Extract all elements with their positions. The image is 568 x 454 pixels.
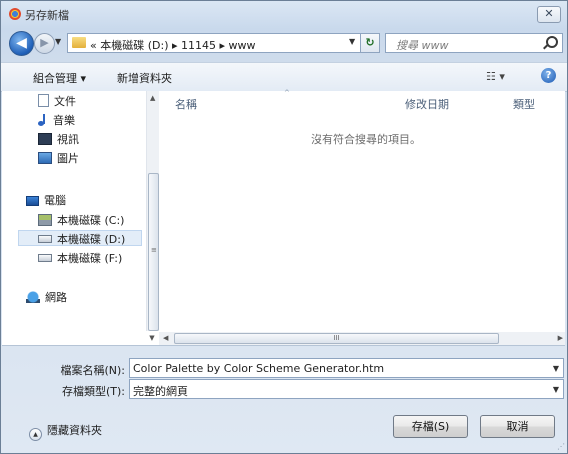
cancel-button[interactable]: 取消 bbox=[480, 415, 555, 438]
scroll-left-icon[interactable]: ◀ bbox=[163, 334, 168, 342]
hide-folders-label: 隱藏資料夾 bbox=[47, 424, 102, 437]
back-button[interactable]: ◀ bbox=[9, 31, 34, 56]
drive-icon bbox=[38, 254, 52, 262]
change-view-button[interactable]: ☷ ▾ bbox=[486, 70, 505, 83]
scroll-thumb[interactable]: ≡ bbox=[148, 173, 159, 331]
scroll-down-icon[interactable]: ▼ bbox=[146, 332, 158, 345]
filename-value[interactable]: Color Palette by Color Scheme Generator.… bbox=[133, 362, 384, 375]
search-icon[interactable] bbox=[546, 36, 558, 48]
search-input[interactable]: 搜尋 www bbox=[396, 37, 449, 53]
browser-area: 文件 音樂 視訊 圖片 電腦 本機磁碟 (C:) 本機磁碟 (D:) 本機磁碟 … bbox=[2, 89, 565, 346]
video-icon bbox=[38, 133, 52, 145]
folder-icon bbox=[72, 37, 86, 48]
filename-field[interactable]: Color Palette by Color Scheme Generator.… bbox=[129, 358, 564, 378]
file-list: 名稱 ^ 修改日期 類型 沒有符合搜尋的項目。 bbox=[159, 89, 565, 331]
organize-button[interactable]: 組合管理 ▾ bbox=[33, 70, 86, 86]
horizontal-scrollbar[interactable]: ▼ ◀ III ▶ bbox=[2, 332, 565, 345]
sidebar-item-documents[interactable]: 文件 bbox=[38, 93, 76, 109]
filetype-label: 存檔類型(T): bbox=[61, 385, 125, 398]
drive-c-icon bbox=[38, 214, 52, 226]
column-header-modified[interactable]: 修改日期 bbox=[405, 96, 449, 112]
sidebar-item-network[interactable]: 網路 bbox=[26, 289, 67, 305]
scroll-track[interactable]: ◀ III ▶ bbox=[159, 332, 565, 345]
network-icon bbox=[26, 291, 40, 303]
column-header-name[interactable]: 名稱 bbox=[175, 96, 197, 112]
empty-message: 沒有符合搜尋的項目。 bbox=[311, 133, 421, 146]
help-icon[interactable]: ? bbox=[541, 68, 556, 83]
scroll-right-icon[interactable]: ▶ bbox=[558, 334, 563, 342]
sidebar-item-drive-f[interactable]: 本機磁碟 (F:) bbox=[38, 250, 122, 266]
scroll-grip-icon: ≡ bbox=[151, 246, 157, 254]
command-toolbar: 組合管理 ▾ 新增資料夾 ☷ ▾ ? bbox=[1, 62, 567, 92]
drive-icon bbox=[38, 235, 52, 243]
address-dropdown-icon[interactable]: ▼ bbox=[349, 37, 355, 46]
save-button[interactable]: 存檔(S) bbox=[393, 415, 468, 438]
picture-icon bbox=[38, 152, 52, 164]
column-header-type[interactable]: 類型 bbox=[513, 96, 535, 112]
sidebar-item-computer[interactable]: 電腦 bbox=[26, 192, 66, 208]
address-bar[interactable]: « 本機磁碟 (D:) ▸ 11145 ▸ www ▼ bbox=[67, 33, 380, 53]
sidebar-item-videos[interactable]: 視訊 bbox=[38, 131, 79, 147]
music-icon bbox=[38, 114, 48, 126]
close-button[interactable]: ✕ bbox=[537, 6, 561, 23]
sidebar-item-drive-c[interactable]: 本機磁碟 (C:) bbox=[38, 212, 124, 228]
filetype-value[interactable]: 完整的網頁 bbox=[133, 383, 188, 399]
title-bar: 另存新檔 ✕ bbox=[1, 1, 567, 27]
navigation-bar: ◀ ▶ ▼ « 本機磁碟 (D:) ▸ 11145 ▸ www ▼ ↻ 搜尋 w… bbox=[1, 28, 567, 58]
chevron-up-icon: ▲ bbox=[29, 428, 42, 441]
forward-button[interactable]: ▶ bbox=[34, 33, 55, 54]
recent-locations-button[interactable]: ▼ bbox=[55, 37, 61, 46]
chrome-icon bbox=[9, 8, 21, 20]
chevron-down-icon[interactable]: ▼ bbox=[553, 364, 559, 373]
new-folder-button[interactable]: 新增資料夾 bbox=[117, 70, 172, 86]
chevron-down-icon[interactable]: ▼ bbox=[553, 385, 559, 394]
breadcrumb[interactable]: « 本機磁碟 (D:) ▸ 11145 ▸ www bbox=[90, 37, 256, 53]
filetype-select[interactable]: 完整的網頁 ▼ bbox=[129, 379, 564, 399]
sidebar-item-drive-d[interactable]: 本機磁碟 (D:) bbox=[18, 230, 142, 246]
sidebar-item-pictures[interactable]: 圖片 bbox=[38, 150, 79, 166]
scroll-up-icon[interactable]: ▲ bbox=[150, 94, 155, 102]
sort-ascending-icon: ^ bbox=[284, 89, 290, 97]
document-icon bbox=[38, 94, 49, 107]
sidebar-item-music[interactable]: 音樂 bbox=[38, 112, 75, 128]
computer-icon bbox=[26, 196, 39, 206]
window-title: 另存新檔 bbox=[25, 9, 69, 22]
filename-label: 檔案名稱(N): bbox=[60, 364, 125, 377]
navigation-pane: 文件 音樂 視訊 圖片 電腦 本機磁碟 (C:) 本機磁碟 (D:) 本機磁碟 … bbox=[2, 91, 147, 331]
save-as-dialog: 另存新檔 ✕ ◀ ▶ ▼ « 本機磁碟 (D:) ▸ 11145 ▸ www ▼… bbox=[0, 0, 568, 454]
resize-grip-icon[interactable]: ⋰ bbox=[557, 442, 565, 451]
search-box[interactable]: 搜尋 www bbox=[385, 33, 563, 53]
scroll-thumb[interactable]: III bbox=[174, 333, 499, 344]
hide-folders-button[interactable]: ▲ 隱藏資料夾 bbox=[29, 422, 102, 441]
refresh-button[interactable]: ↻ bbox=[360, 33, 380, 53]
nav-pane-vertical-scrollbar[interactable]: ▲ ≡ bbox=[146, 91, 159, 331]
